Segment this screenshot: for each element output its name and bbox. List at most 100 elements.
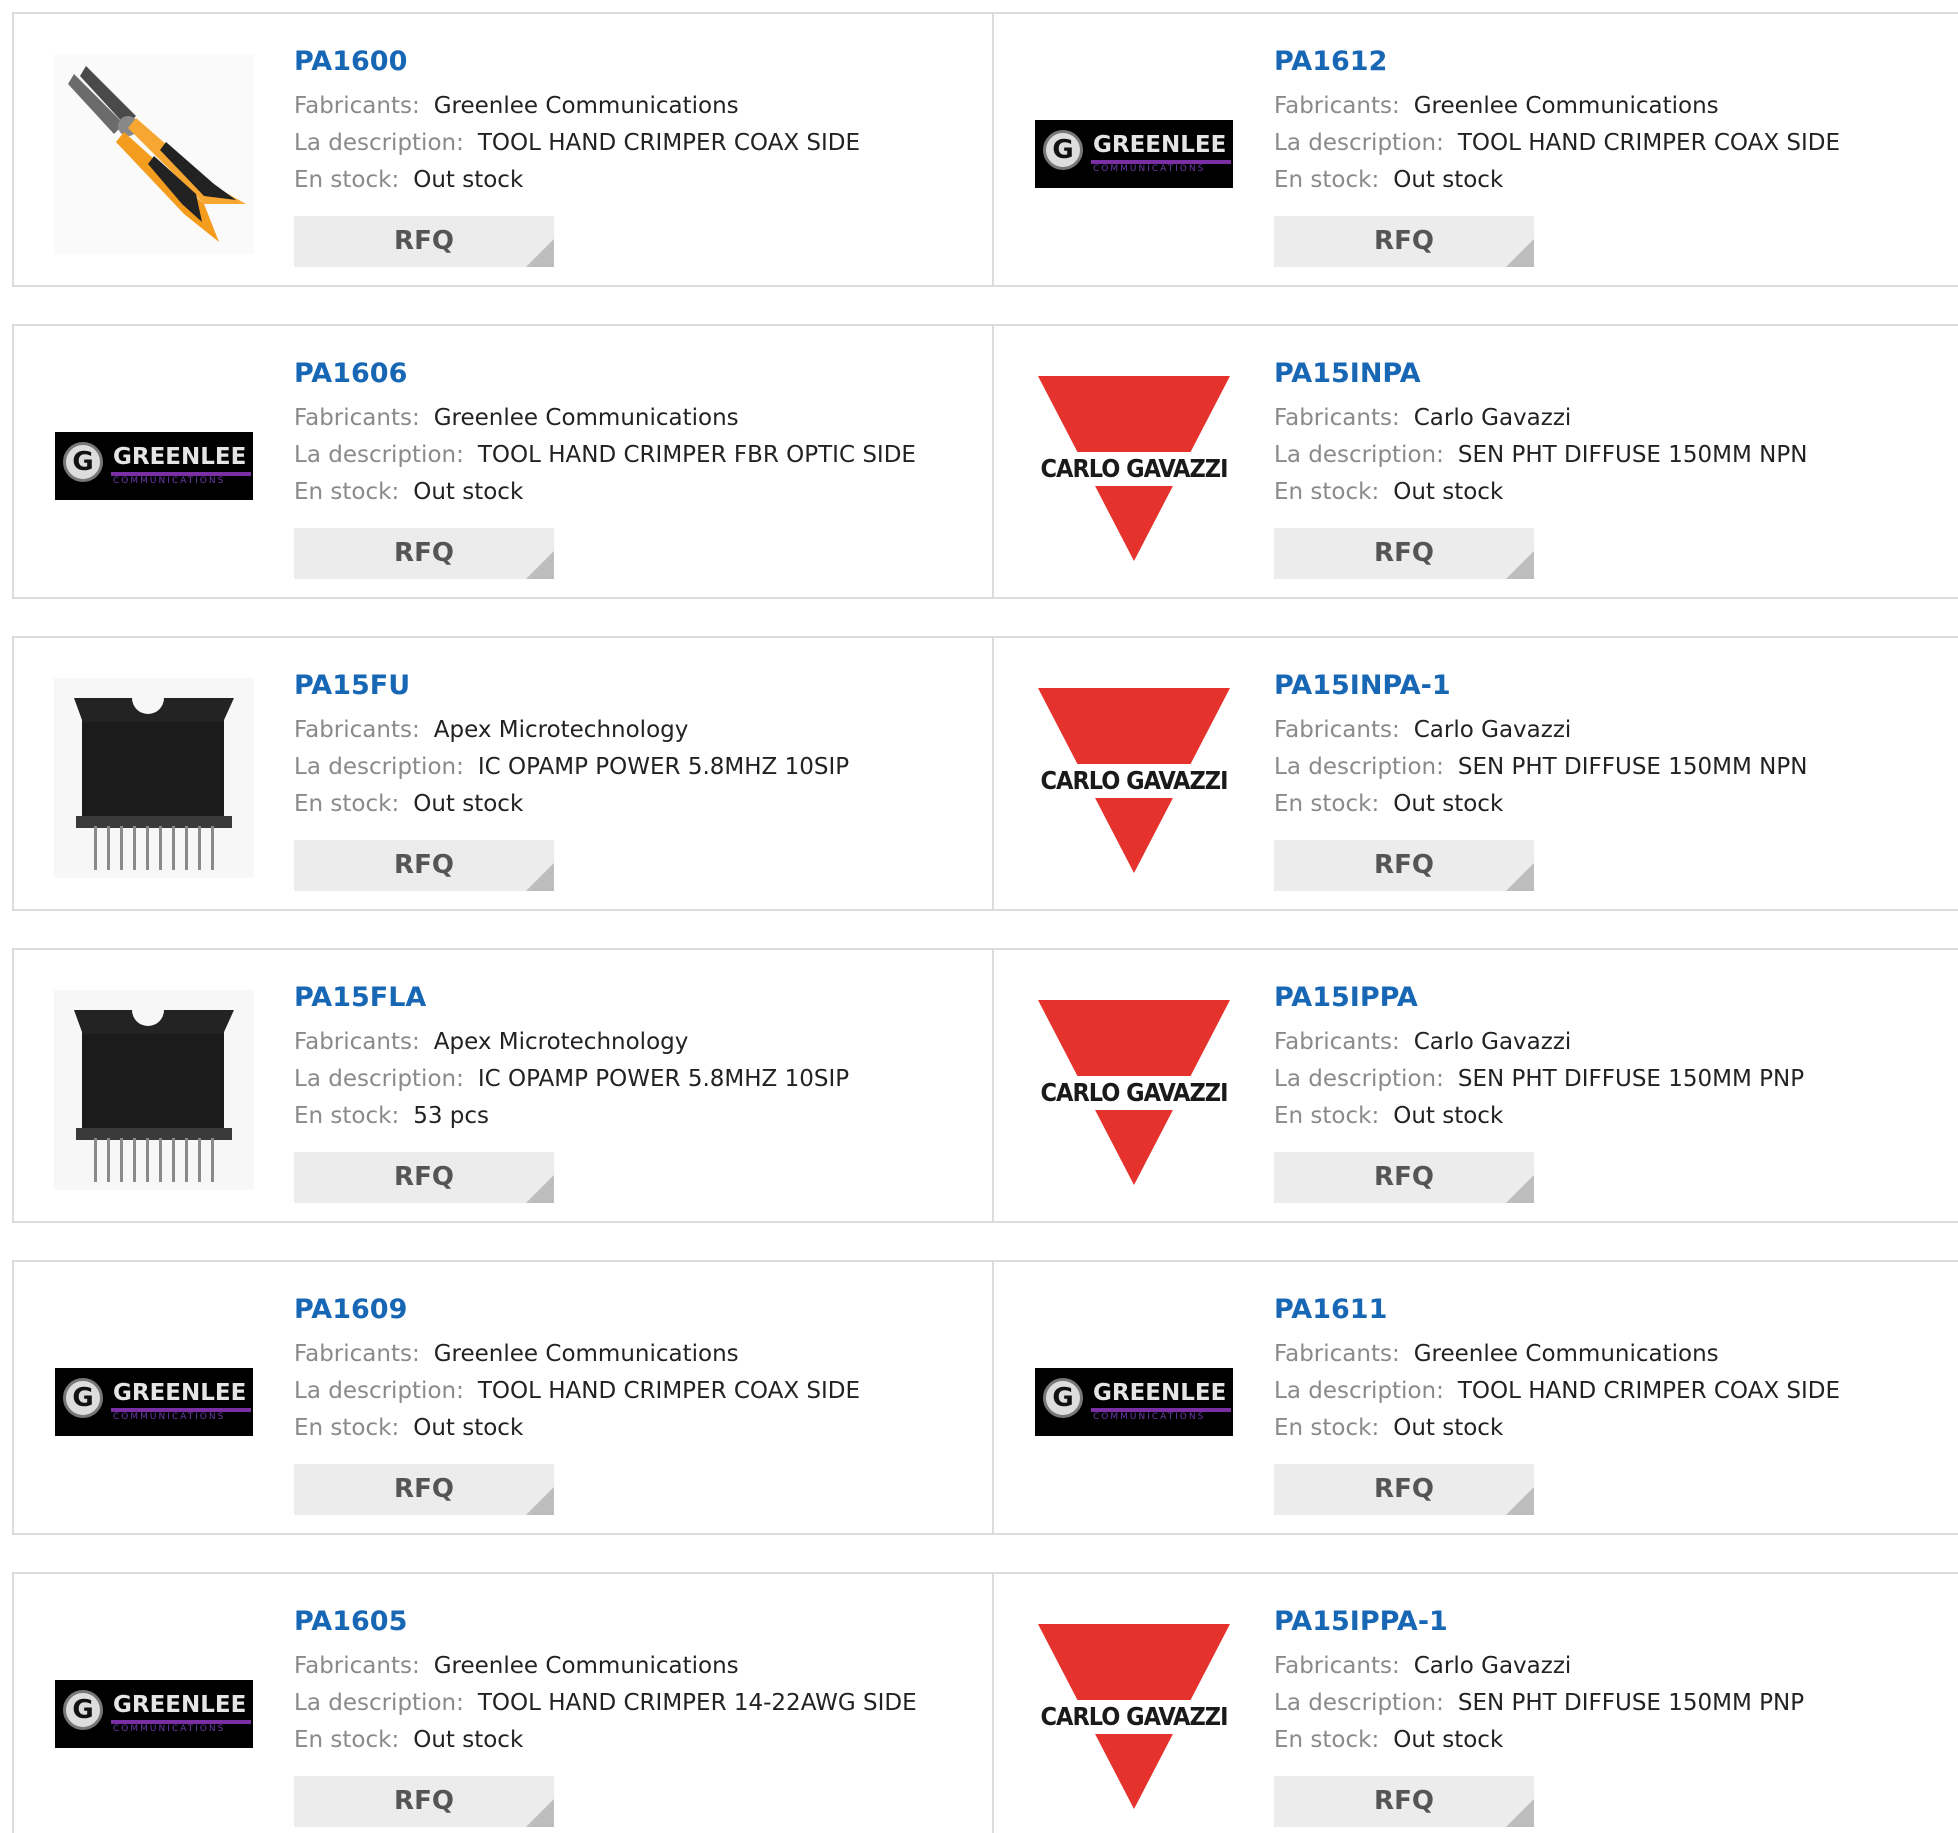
rfq-button[interactable]: RFQ xyxy=(294,528,554,579)
description-line: La description: IC OPAMP POWER 5.8MHZ 10S… xyxy=(294,1061,849,1098)
stock-value: Out stock xyxy=(413,1727,524,1753)
rfq-button[interactable]: RFQ xyxy=(294,1152,554,1203)
rfq-button[interactable]: RFQ xyxy=(1274,528,1534,579)
product-info: PA1612 Fabricants: Greenlee Communication… xyxy=(1274,44,1840,199)
product-image[interactable] xyxy=(54,678,254,878)
stock-line: En stock: Out stock xyxy=(294,162,860,199)
stock-line: En stock: Out stock xyxy=(294,1410,860,1447)
gavazzi-logo-name: CARLO GAVAZZI xyxy=(1034,452,1234,486)
part-number-link[interactable]: PA15FLA xyxy=(294,980,849,1016)
description-label: La description: xyxy=(1274,1066,1444,1092)
product-image[interactable]: G GREENLEE COMMUNICATIONS xyxy=(54,1614,254,1814)
rfq-button[interactable]: RFQ xyxy=(1274,1464,1534,1515)
product-card-right: CARLO GAVAZZI PA15IPPA-1 Fabricants: Carl… xyxy=(992,1574,1958,1833)
manufacturer-label: Fabricants: xyxy=(1274,405,1400,431)
part-number-link[interactable]: PA1605 xyxy=(294,1604,917,1640)
greenlee-g-icon: G xyxy=(1043,1378,1083,1418)
stock-label: En stock: xyxy=(294,479,400,505)
rfq-button[interactable]: RFQ xyxy=(1274,1776,1534,1827)
stock-line: En stock: Out stock xyxy=(1274,162,1840,199)
rfq-button[interactable]: RFQ xyxy=(1274,840,1534,891)
product-image[interactable]: G GREENLEE COMMUNICATIONS xyxy=(54,366,254,566)
greenlee-g-icon: G xyxy=(1043,130,1083,170)
rfq-button[interactable]: RFQ xyxy=(1274,216,1534,267)
description-line: La description: IC OPAMP POWER 5.8MHZ 10S… xyxy=(294,749,849,786)
rfq-corner-icon xyxy=(526,863,554,891)
product-info: PA1605 Fabricants: Greenlee Communication… xyxy=(294,1604,917,1759)
manufacturer-value: Carlo Gavazzi xyxy=(1413,1653,1572,1679)
product-image[interactable]: G GREENLEE COMMUNICATIONS xyxy=(54,1302,254,1502)
greenlee-logo: G GREENLEE COMMUNICATIONS xyxy=(1035,1368,1233,1436)
product-info: PA15IPPA-1 Fabricants: Carlo Gavazzi La d… xyxy=(1274,1604,1804,1759)
part-number-link[interactable]: PA1611 xyxy=(1274,1292,1840,1328)
stock-value: Out stock xyxy=(1393,479,1504,505)
rfq-label: RFQ xyxy=(1374,226,1434,256)
product-image[interactable] xyxy=(54,990,254,1190)
rfq-button[interactable]: RFQ xyxy=(294,840,554,891)
product-card-left: G GREENLEE COMMUNICATIONS PA1609 Fabricant… xyxy=(14,1262,992,1533)
stock-value: Out stock xyxy=(1393,1415,1504,1441)
rfq-label: RFQ xyxy=(394,226,454,256)
description-label: La description: xyxy=(294,1690,464,1716)
part-number-link[interactable]: PA1606 xyxy=(294,356,916,392)
part-number-link[interactable]: PA1609 xyxy=(294,1292,860,1328)
part-number-link[interactable]: PA1600 xyxy=(294,44,860,80)
manufacturer-label: Fabricants: xyxy=(1274,1653,1400,1679)
product-card-right: CARLO GAVAZZI PA15INPA Fabricants: Carlo … xyxy=(992,326,1958,597)
description-line: La description: SEN PHT DIFFUSE 150MM NPN xyxy=(1274,749,1807,786)
product-image[interactable]: G GREENLEE COMMUNICATIONS xyxy=(1034,54,1234,254)
description-value: IC OPAMP POWER 5.8MHZ 10SIP xyxy=(477,1066,850,1092)
greenlee-g-icon: G xyxy=(63,442,103,482)
stock-line: En stock: 53 pcs xyxy=(294,1098,849,1135)
part-number-link[interactable]: PA15IPPA-1 xyxy=(1274,1604,1804,1640)
stock-label: En stock: xyxy=(294,1103,400,1129)
rfq-button[interactable]: RFQ xyxy=(294,216,554,267)
stock-value: 53 pcs xyxy=(413,1103,490,1129)
product-image[interactable]: CARLO GAVAZZI xyxy=(1034,990,1234,1190)
stock-label: En stock: xyxy=(1274,1103,1380,1129)
product-image[interactable]: G GREENLEE COMMUNICATIONS xyxy=(1034,1302,1234,1502)
rfq-button[interactable]: RFQ xyxy=(294,1776,554,1827)
rfq-button[interactable]: RFQ xyxy=(1274,1152,1534,1203)
product-card-right: CARLO GAVAZZI PA15INPA-1 Fabricants: Carl… xyxy=(992,638,1958,909)
stock-value: Out stock xyxy=(1393,1103,1504,1129)
product-info: PA15FU Fabricants: Apex Microtechnology L… xyxy=(294,668,849,823)
product-row: G GREENLEE COMMUNICATIONS PA1605 Fabricant… xyxy=(12,1572,1958,1833)
manufacturer-value: Greenlee Communications xyxy=(433,405,739,431)
product-info: PA15FLA Fabricants: Apex Microtechnology … xyxy=(294,980,849,1135)
rfq-button[interactable]: RFQ xyxy=(294,1464,554,1515)
manufacturer-label: Fabricants: xyxy=(294,1653,420,1679)
manufacturer-line: Fabricants: Apex Microtechnology xyxy=(294,1024,849,1061)
manufacturer-value: Greenlee Communications xyxy=(433,1341,739,1367)
product-image[interactable]: CARLO GAVAZZI xyxy=(1034,1614,1234,1814)
product-image[interactable]: CARLO GAVAZZI xyxy=(1034,366,1234,566)
greenlee-g-icon: G xyxy=(63,1690,103,1730)
part-number-link[interactable]: PA1612 xyxy=(1274,44,1840,80)
description-label: La description: xyxy=(294,1378,464,1404)
manufacturer-label: Fabricants: xyxy=(1274,93,1400,119)
manufacturer-value: Apex Microtechnology xyxy=(433,1029,689,1055)
rfq-label: RFQ xyxy=(394,1786,454,1816)
rfq-label: RFQ xyxy=(1374,538,1434,568)
rfq-corner-icon xyxy=(1506,1799,1534,1827)
manufacturer-label: Fabricants: xyxy=(294,1029,420,1055)
description-value: IC OPAMP POWER 5.8MHZ 10SIP xyxy=(477,754,850,780)
rfq-label: RFQ xyxy=(394,538,454,568)
rfq-label: RFQ xyxy=(394,850,454,880)
product-image[interactable] xyxy=(54,54,254,254)
greenlee-logo: G GREENLEE COMMUNICATIONS xyxy=(1035,120,1233,188)
part-number-link[interactable]: PA15INPA xyxy=(1274,356,1807,392)
carlo-gavazzi-logo: CARLO GAVAZZI xyxy=(1034,366,1234,566)
gavazzi-logo-name: CARLO GAVAZZI xyxy=(1034,1700,1234,1734)
part-number-link[interactable]: PA15FU xyxy=(294,668,849,704)
stock-value: Out stock xyxy=(1393,1727,1504,1753)
part-number-link[interactable]: PA15IPPA xyxy=(1274,980,1804,1016)
stock-line: En stock: Out stock xyxy=(1274,474,1807,511)
part-number-link[interactable]: PA15INPA-1 xyxy=(1274,668,1807,704)
product-image[interactable]: CARLO GAVAZZI xyxy=(1034,678,1234,878)
gavazzi-logo-name: CARLO GAVAZZI xyxy=(1034,1076,1234,1110)
stock-label: En stock: xyxy=(294,167,400,193)
stock-value: Out stock xyxy=(413,791,524,817)
description-label: La description: xyxy=(1274,1378,1444,1404)
description-value: TOOL HAND CRIMPER COAX SIDE xyxy=(477,1378,861,1404)
